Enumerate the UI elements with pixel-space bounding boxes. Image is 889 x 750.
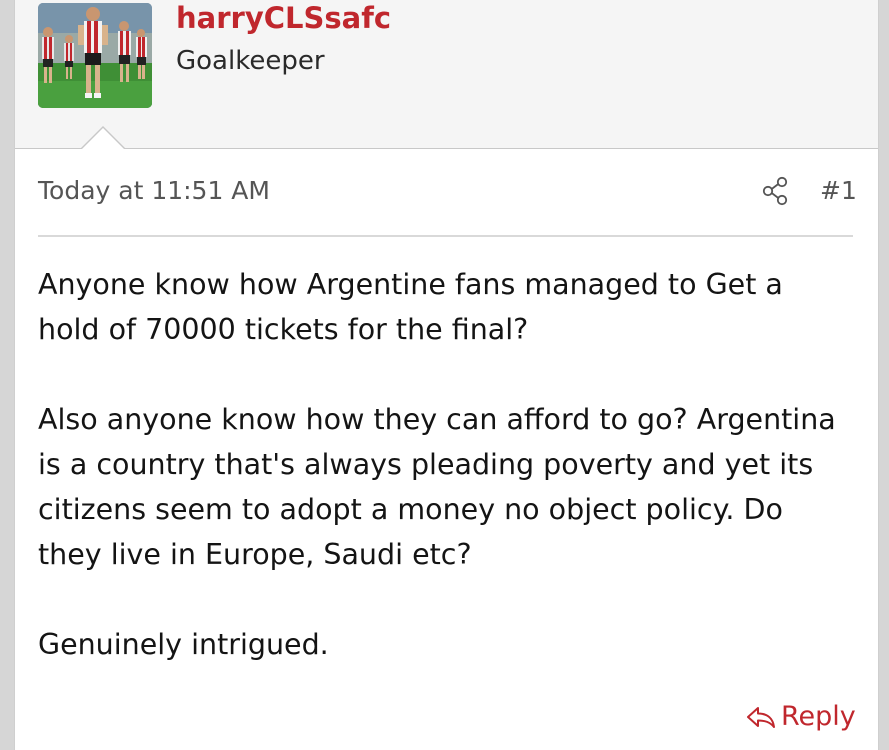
- post-body: Today at 11:51 AM #1 Anyone know how Arg…: [15, 149, 878, 750]
- message-paragraph: Genuinely intrigued.: [38, 628, 329, 661]
- post-permalink-number[interactable]: #1: [820, 176, 857, 205]
- username-link[interactable]: harryCLSsafc: [176, 1, 391, 35]
- reply-button[interactable]: Reply: [745, 701, 856, 732]
- user-title: Goalkeeper: [176, 46, 325, 76]
- user-avatar-image: [38, 3, 152, 108]
- post-timestamp[interactable]: Today at 11:51 AM: [38, 176, 270, 205]
- share-icon[interactable]: [762, 176, 790, 206]
- message-paragraph: Also anyone know how they can afford to …: [38, 403, 836, 571]
- reply-label: Reply: [781, 701, 856, 732]
- reply-arrow-icon: [747, 706, 775, 728]
- post-message: Anyone know how Argentine fans managed t…: [38, 262, 853, 712]
- message-paragraph: Anyone know how Argentine fans managed t…: [38, 268, 783, 346]
- avatar[interactable]: [38, 3, 152, 108]
- post-card: harryCLSsafc Goalkeeper Today at 11:51 A…: [14, 0, 879, 750]
- avatar-pointer-fill: [82, 128, 124, 149]
- post-user-header: harryCLSsafc Goalkeeper: [15, 1, 878, 148]
- meta-divider: [38, 235, 853, 237]
